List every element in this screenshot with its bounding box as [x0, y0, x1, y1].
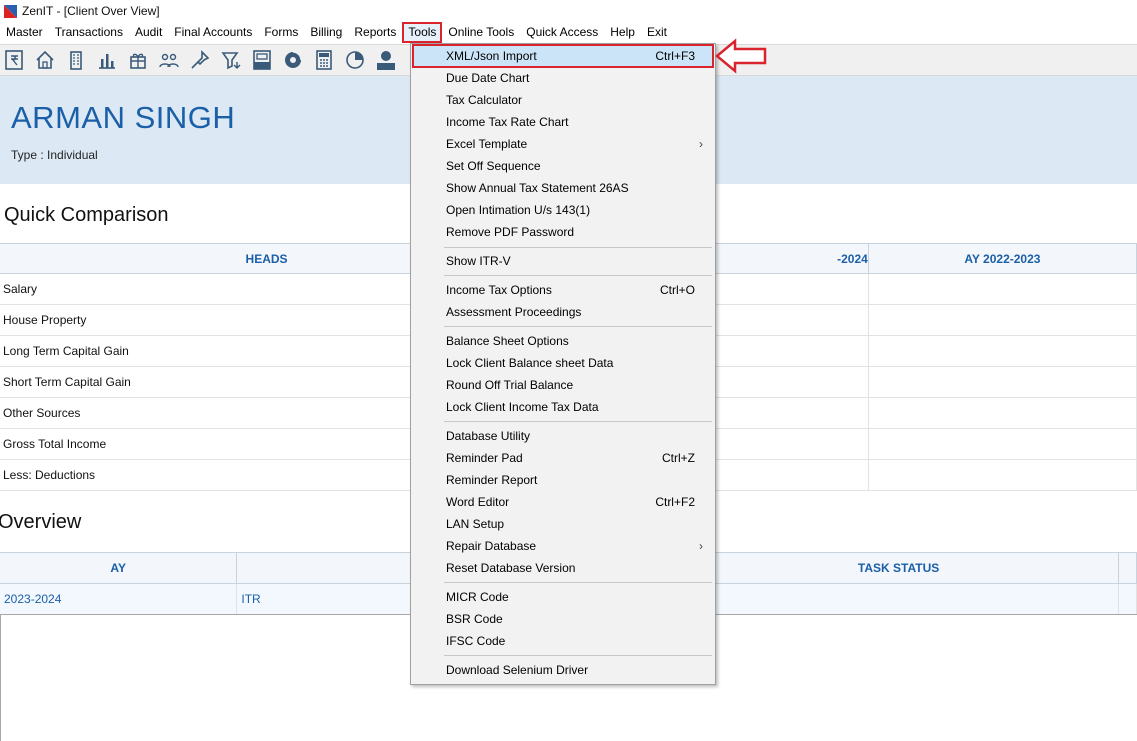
menu-item-due-date-chart[interactable]: Due Date Chart — [413, 67, 713, 89]
menu-transactions[interactable]: Transactions — [49, 22, 129, 43]
overview-title: Overview — [0, 511, 82, 533]
menu-item-excel-template[interactable]: Excel Template › — [413, 133, 713, 155]
bar-chart-icon[interactable] — [95, 49, 118, 72]
col-task-status[interactable]: TASK STATUS — [678, 552, 1119, 584]
menu-exit[interactable]: Exit — [641, 22, 673, 43]
menu-item-reminder-report[interactable]: Reminder Report — [413, 469, 713, 491]
menu-audit[interactable]: Audit — [129, 22, 168, 43]
chevron-right-icon: › — [699, 137, 703, 151]
menu-item-xml-json-import[interactable]: XML/Json Import Ctrl+F3 — [412, 44, 714, 68]
table-left-border — [0, 614, 1, 741]
tools-dropdown-menu: XML/Json Import Ctrl+F3 Due Date Chart Ta… — [410, 43, 716, 685]
menu-master[interactable]: Master — [0, 22, 49, 43]
menu-item-open-intimation[interactable]: Open Intimation U/s 143(1) — [413, 199, 713, 221]
menu-separator — [444, 326, 712, 327]
menu-item-micr-code[interactable]: MICR Code — [413, 586, 713, 608]
calculator-icon[interactable] — [312, 49, 335, 72]
menu-forms[interactable]: Forms — [258, 22, 304, 43]
cell-ay[interactable]: 2023-2024 — [0, 583, 238, 615]
menu-item-repair-database[interactable]: Repair Database › — [413, 535, 713, 557]
menu-item-reset-database-version[interactable]: Reset Database Version — [413, 557, 713, 579]
menu-separator — [444, 655, 712, 656]
filter-icon[interactable] — [219, 49, 242, 72]
menu-separator — [444, 275, 712, 276]
menu-item-assessment-proceedings[interactable]: Assessment Proceedings — [413, 301, 713, 323]
rupee-doc-icon[interactable] — [2, 49, 25, 72]
menu-item-database-utility[interactable]: Database Utility — [413, 425, 713, 447]
cd-icon[interactable] — [281, 49, 304, 72]
menu-item-reminder-pad[interactable]: Reminder Pad Ctrl+Z — [413, 447, 713, 469]
menu-help[interactable]: Help — [604, 22, 641, 43]
menu-item-set-off-sequence[interactable]: Set Off Sequence — [413, 155, 713, 177]
app-logo-icon — [4, 4, 17, 18]
menu-reports[interactable]: Reports — [348, 22, 402, 43]
pie-icon[interactable] — [343, 49, 366, 72]
menu-item-ifsc-code[interactable]: IFSC Code — [413, 630, 713, 652]
title-bar: ZenIT - [Client Over View] — [0, 0, 1137, 22]
menu-separator — [444, 247, 712, 248]
chevron-right-icon: › — [699, 539, 703, 553]
menu-item-income-tax-rate-chart[interactable]: Income Tax Rate Chart — [413, 111, 713, 133]
menu-online-tools[interactable]: Online Tools — [442, 22, 520, 43]
tax-icon[interactable] — [250, 49, 273, 72]
menu-billing[interactable]: Billing — [304, 22, 348, 43]
menu-final-accounts[interactable]: Final Accounts — [168, 22, 258, 43]
gift-icon[interactable] — [126, 49, 149, 72]
menu-quick-access[interactable]: Quick Access — [520, 22, 604, 43]
menu-item-income-tax-options[interactable]: Income Tax Options Ctrl+O — [413, 279, 713, 301]
menu-item-balance-sheet-options[interactable]: Balance Sheet Options — [413, 330, 713, 352]
home-icon[interactable] — [33, 49, 56, 72]
users-icon[interactable] — [157, 49, 180, 72]
menu-separator — [444, 421, 712, 422]
menu-item-lan-setup[interactable]: LAN Setup — [413, 513, 713, 535]
menu-item-word-editor[interactable]: Word Editor Ctrl+F2 — [413, 491, 713, 513]
menu-item-lock-balance-sheet[interactable]: Lock Client Balance sheet Data — [413, 352, 713, 374]
pin-icon[interactable] — [188, 49, 211, 72]
menu-item-bsr-code[interactable]: BSR Code — [413, 608, 713, 630]
menu-item-show-itr-v[interactable]: Show ITR-V — [413, 250, 713, 272]
col-ay[interactable]: AY — [0, 552, 238, 584]
menu-tools[interactable]: Tools — [402, 22, 443, 43]
menu-item-tax-calculator[interactable]: Tax Calculator — [413, 89, 713, 111]
annotation-arrow-icon — [715, 38, 767, 74]
menu-bar: Master Transactions Audit Final Accounts… — [0, 22, 1137, 43]
menu-item-round-off-trial-balance[interactable]: Round Off Trial Balance — [413, 374, 713, 396]
client-name: ARMAN SINGH — [11, 100, 236, 135]
menu-item-lock-income-tax[interactable]: Lock Client Income Tax Data — [413, 396, 713, 418]
quick-comparison-title: Quick Comparison — [4, 204, 169, 226]
menu-separator — [444, 582, 712, 583]
menu-item-show-26as[interactable]: Show Annual Tax Statement 26AS — [413, 177, 713, 199]
menu-item-remove-pdf-password[interactable]: Remove PDF Password — [413, 221, 713, 243]
col-ay-2022-2023[interactable]: AY 2022-2023 — [868, 243, 1137, 274]
building-icon[interactable] — [64, 49, 87, 72]
window-title: ZenIT - [Client Over View] — [22, 4, 160, 18]
cell-status[interactable]: d — [678, 583, 1119, 615]
menu-item-download-selenium-driver[interactable]: Download Selenium Driver — [413, 659, 713, 681]
client-type: Type : Individual — [11, 148, 98, 162]
pay-icon[interactable] — [374, 49, 397, 72]
